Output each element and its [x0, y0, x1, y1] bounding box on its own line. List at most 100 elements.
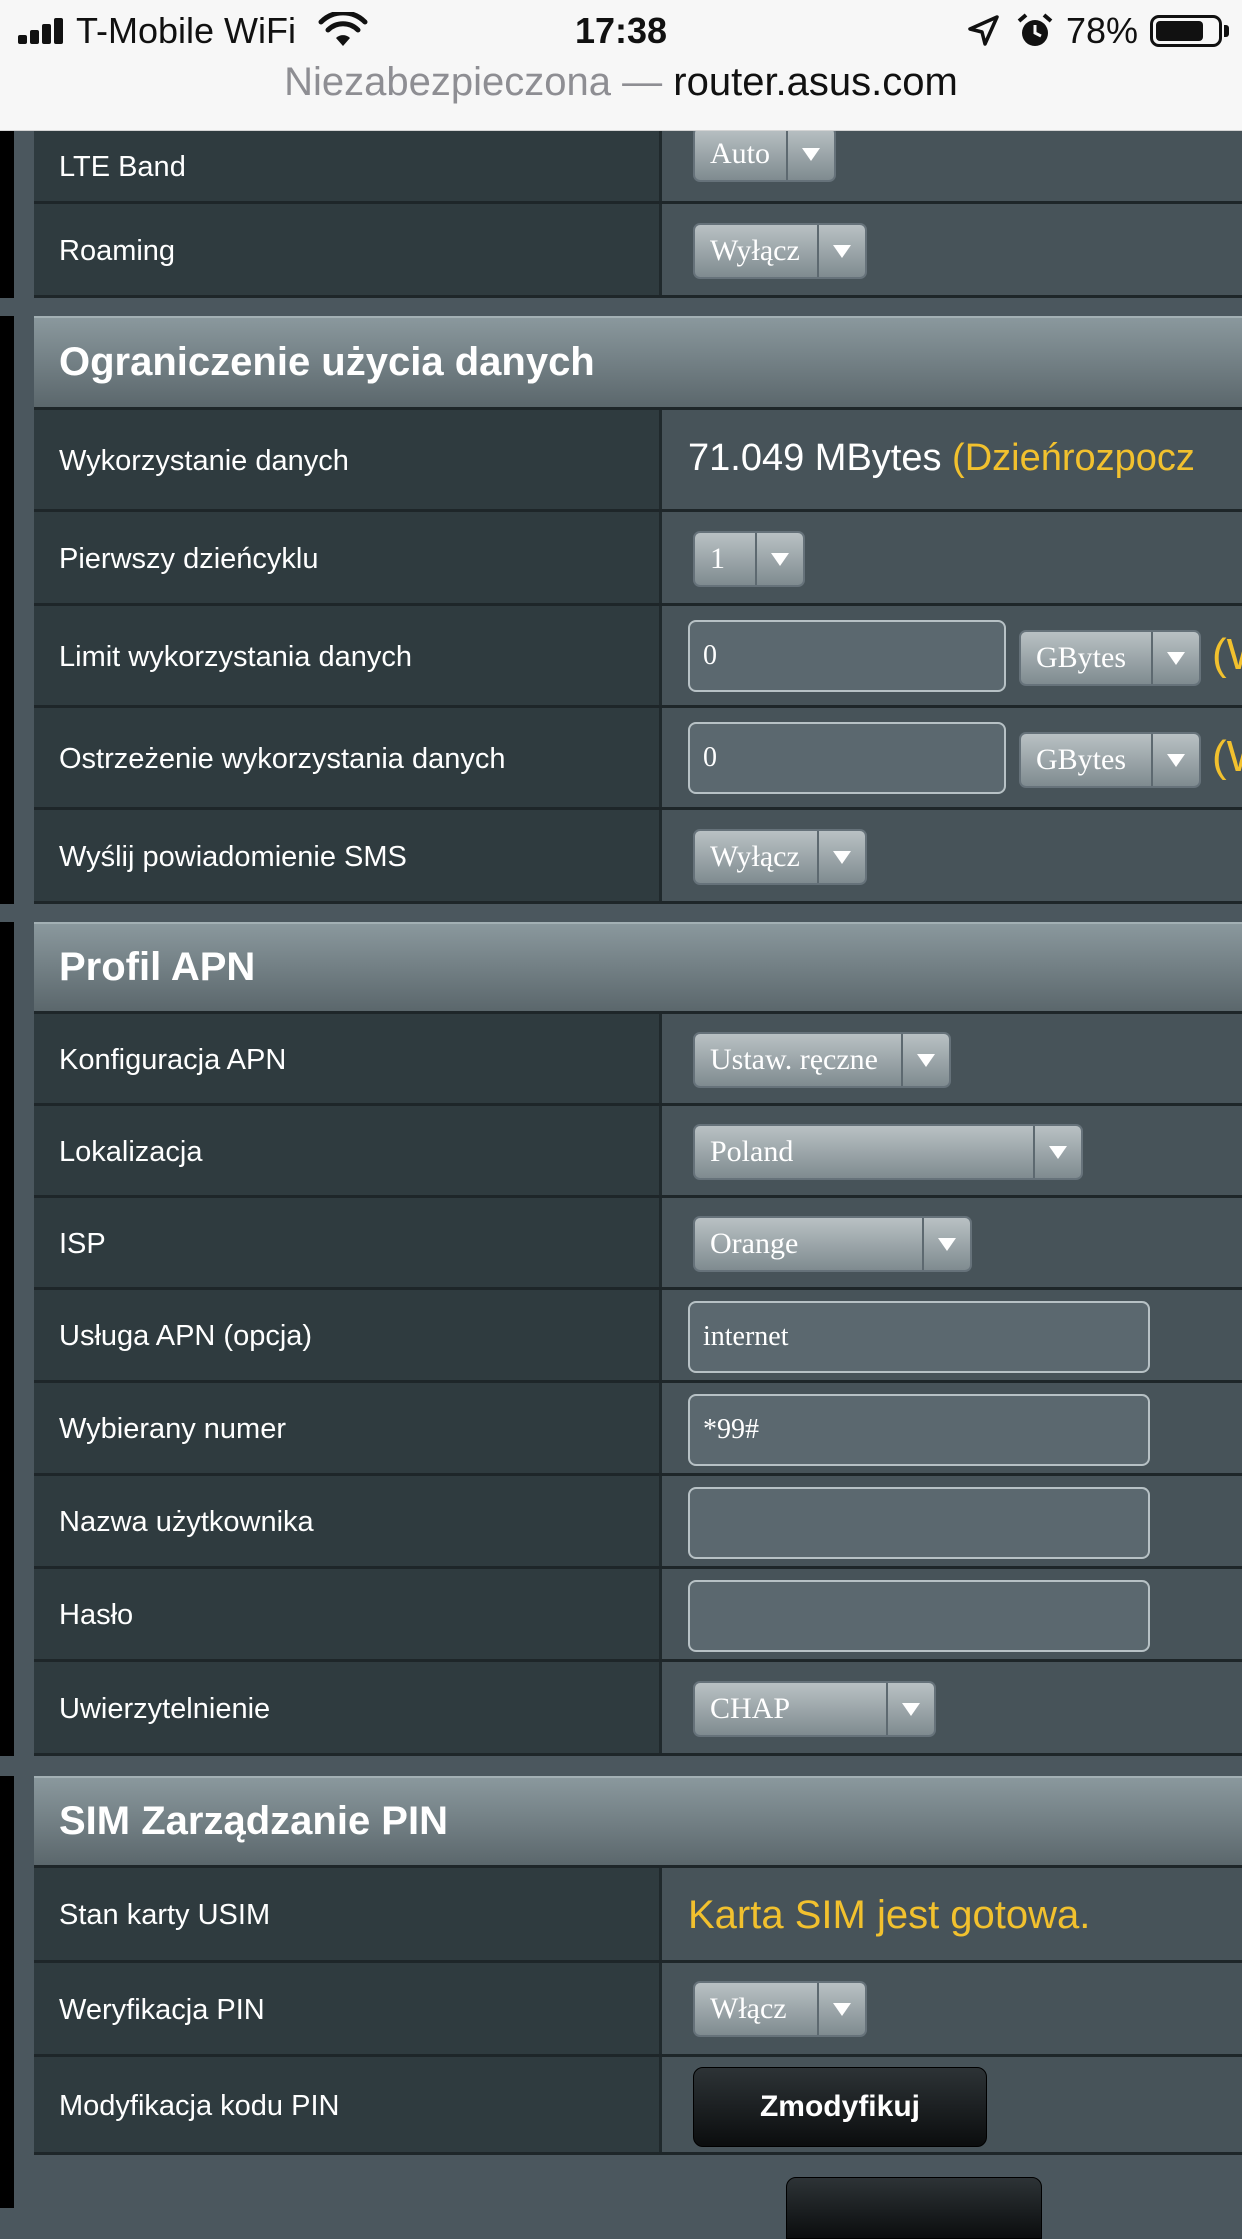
row-pin-verify: Weryfikacja PIN Włącz: [34, 1963, 1242, 2057]
row-usim-state: Stan karty USIM Karta SIM jest gotowa.: [34, 1868, 1242, 1963]
roaming-label: Roaming: [34, 204, 662, 298]
lte-band-select[interactable]: Auto: [693, 126, 836, 182]
dial-number-label: Wybierany numer: [34, 1383, 662, 1476]
sms-notify-select[interactable]: Wyłącz: [693, 829, 867, 885]
page-left-edge: [0, 130, 14, 2208]
apn-config-select[interactable]: Ustaw. ręczne: [693, 1032, 951, 1088]
data-warning-unit-value: GBytes: [1036, 743, 1126, 776]
row-apn-service: Usługa APN (opcja) internet: [34, 1290, 1242, 1383]
pin-verify-value: Włącz: [710, 1992, 787, 2025]
chevron-down-icon: [817, 1983, 865, 2035]
authentication-value: CHAP: [710, 1692, 791, 1725]
chevron-down-icon: [1151, 734, 1199, 786]
battery-tip: [1224, 25, 1229, 37]
row-data-usage: Wykorzystanie danych 71.049 MBytes (Dzie…: [34, 410, 1242, 512]
sms-notify-label: Wyślij powiadomienie SMS: [34, 810, 662, 904]
data-warning-unit-select[interactable]: GBytes: [1019, 732, 1201, 788]
authentication-select[interactable]: CHAP: [693, 1681, 936, 1737]
first-day-value: 1: [710, 542, 725, 575]
row-authentication: Uwierzytelnienie CHAP: [34, 1662, 1242, 1756]
apn-config-label: Konfiguracja APN: [34, 1014, 662, 1106]
pin-modify-label: Modyfikacja kodu PIN: [34, 2057, 662, 2155]
chevron-down-icon: [886, 1683, 934, 1735]
chevron-down-icon: [755, 533, 803, 585]
row-lte-band: LTE Band Auto: [34, 126, 1242, 204]
first-day-select[interactable]: 1: [693, 531, 805, 587]
username-input[interactable]: [688, 1487, 1150, 1559]
data-usage-label: Wykorzystanie danych: [34, 410, 662, 512]
section-gap: [0, 904, 1242, 922]
status-bar: T-Mobile WiFi 17:38 78%: [0, 0, 1242, 62]
sim-pin-section-title: SIM Zarządzanie PIN: [34, 1776, 1242, 1868]
data-limit-section-title: Ograniczenie użycia danych: [34, 316, 1242, 410]
chevron-down-icon: [786, 128, 834, 180]
location-value: Poland: [710, 1135, 794, 1168]
location-label: Lokalizacja: [34, 1106, 662, 1198]
usim-state-label: Stan karty USIM: [34, 1868, 662, 1963]
data-limit-hint: (W: [1212, 630, 1242, 679]
chevron-down-icon: [1033, 1126, 1081, 1178]
row-isp: ISP Orange: [34, 1198, 1242, 1290]
not-secure-label: Niezabezpieczona —: [284, 60, 663, 104]
apply-button-partial[interactable]: [786, 2177, 1042, 2239]
first-day-label: Pierwszy dzieńcyklu: [34, 512, 662, 606]
browser-top-bar: T-Mobile WiFi 17:38 78% Niezabezpieczona…: [0, 0, 1242, 131]
clock: 17:38: [574, 10, 668, 51]
chevron-down-icon: [817, 831, 865, 883]
section-gap: [0, 1756, 1242, 1776]
data-usage-value: 71.049 MBytes (Dzieńrozpocz: [688, 437, 1195, 480]
data-limit-input[interactable]: 0: [688, 620, 1006, 692]
pin-verify-label: Weryfikacja PIN: [34, 1963, 662, 2057]
data-usage-note: (Dzieńrozpocz: [952, 437, 1195, 479]
isp-select[interactable]: Orange: [693, 1216, 972, 1272]
location-select[interactable]: Poland: [693, 1124, 1083, 1180]
apn-section-title: Profil APN: [34, 922, 1242, 1014]
alarm-icon: [1017, 13, 1053, 46]
password-label: Hasło: [34, 1569, 662, 1662]
roaming-value: Wyłącz: [710, 234, 800, 267]
row-data-warning: Ostrzeżenie wykorzystania danych 0 GByte…: [34, 708, 1242, 810]
lte-band-label: LTE Band: [34, 130, 662, 204]
section-gap: [0, 298, 1242, 316]
location-arrow-icon: [968, 15, 999, 46]
battery-percentage: 78%: [1066, 10, 1139, 51]
usim-state-value: Karta SIM jest gotowa.: [688, 1893, 1091, 1937]
data-limit-unit-select[interactable]: GBytes: [1019, 630, 1201, 686]
modify-pin-button[interactable]: Zmodyfikuj: [693, 2067, 987, 2147]
chevron-down-icon: [817, 225, 865, 277]
data-limit-unit-value: GBytes: [1036, 641, 1126, 674]
chevron-down-icon: [922, 1218, 970, 1270]
apn-service-input[interactable]: internet: [688, 1301, 1150, 1373]
data-warning-label: Ostrzeżenie wykorzystania danych: [34, 708, 662, 810]
chevron-down-icon: [1151, 632, 1199, 684]
apn-service-label: Usługa APN (opcja): [34, 1290, 662, 1383]
roaming-select[interactable]: Wyłącz: [693, 223, 867, 279]
pin-verify-select[interactable]: Włącz: [693, 1981, 867, 2037]
sms-notify-value: Wyłącz: [710, 840, 800, 873]
data-warning-input[interactable]: 0: [688, 722, 1006, 794]
row-location: Lokalizacja Poland: [34, 1106, 1242, 1198]
isp-label: ISP: [34, 1198, 662, 1290]
row-apn-config: Konfiguracja APN Ustaw. ręczne: [34, 1014, 1242, 1106]
row-dial-number: Wybierany numer *99#: [34, 1383, 1242, 1476]
chevron-down-icon: [901, 1034, 949, 1086]
row-password: Hasło: [34, 1569, 1242, 1662]
username-label: Nazwa użytkownika: [34, 1476, 662, 1569]
battery-level: [1156, 21, 1203, 41]
isp-value: Orange: [710, 1227, 799, 1260]
row-username: Nazwa użytkownika: [34, 1476, 1242, 1569]
battery-icon: [1150, 15, 1222, 47]
row-pin-modify: Modyfikacja kodu PIN Zmodyfikuj: [34, 2057, 1242, 2155]
url-host: router.asus.com: [673, 60, 958, 104]
password-input[interactable]: [688, 1580, 1150, 1652]
apn-config-value: Ustaw. ręczne: [710, 1043, 878, 1076]
row-first-day: Pierwszy dzieńcyklu 1: [34, 512, 1242, 606]
data-limit-label: Limit wykorzystania danych: [34, 606, 662, 708]
dial-number-input[interactable]: *99#: [688, 1394, 1150, 1466]
lte-band-value: Auto: [710, 137, 770, 170]
address-bar[interactable]: Niezabezpieczona — router.asus.com: [0, 60, 1242, 105]
row-sms-notify: Wyślij powiadomienie SMS Wyłącz: [34, 810, 1242, 904]
data-usage-amount: 71.049 MBytes: [688, 437, 942, 479]
authentication-label: Uwierzytelnienie: [34, 1662, 662, 1756]
row-roaming: Roaming Wyłącz: [34, 204, 1242, 298]
